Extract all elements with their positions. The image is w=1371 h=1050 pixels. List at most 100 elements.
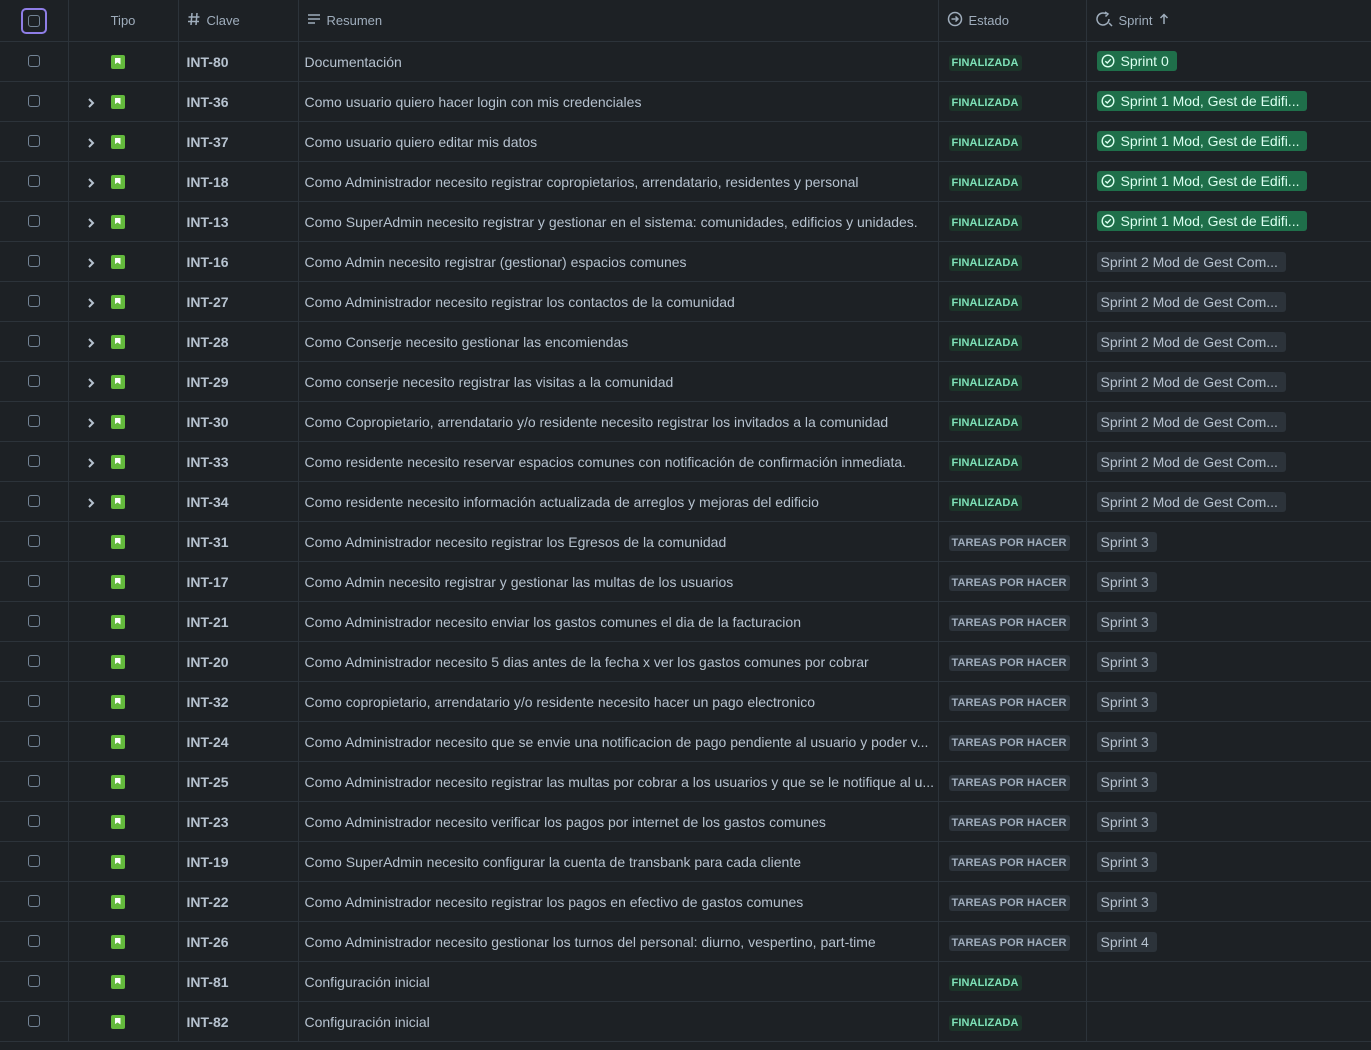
table-row[interactable]: INT-18 Como Administrador necesito regis… xyxy=(0,161,1371,202)
issue-key[interactable]: INT-18 xyxy=(178,161,299,202)
issue-key[interactable]: INT-31 xyxy=(178,521,299,562)
status-badge[interactable]: TAREAS POR HACER xyxy=(948,734,1070,751)
issue-summary[interactable]: Como residente necesito información actu… xyxy=(298,481,939,522)
issue-key[interactable]: INT-32 xyxy=(178,681,299,722)
issue-key[interactable]: INT-24 xyxy=(178,721,299,762)
sort-ascending-icon[interactable] xyxy=(1158,13,1170,28)
column-header-estado[interactable]: Estado xyxy=(938,0,1087,42)
status-badge[interactable]: FINALIZADA xyxy=(948,1014,1022,1031)
issue-key[interactable]: INT-82 xyxy=(178,1001,299,1042)
sprint-chip[interactable]: Sprint 3 xyxy=(1096,531,1157,552)
table-row[interactable]: INT-34 Como residente necesito informaci… xyxy=(0,481,1371,522)
sprint-chip[interactable]: Sprint 2 Mod de Gest Com... xyxy=(1096,371,1286,392)
status-badge[interactable]: FINALIZADA xyxy=(948,94,1022,111)
issue-summary[interactable]: Como usuario quiero editar mis datos xyxy=(298,121,939,162)
issue-summary[interactable]: Como Admin necesito registrar (gestionar… xyxy=(298,241,939,282)
issue-summary[interactable]: Configuración inicial xyxy=(298,1001,939,1042)
sprint-chip[interactable]: Sprint 1 Mod, Gest de Edifi... xyxy=(1096,210,1308,231)
row-checkbox[interactable] xyxy=(27,175,40,188)
status-badge[interactable]: TAREAS POR HACER xyxy=(948,614,1070,631)
sprint-chip[interactable]: Sprint 3 xyxy=(1096,811,1157,832)
issue-summary[interactable]: Como Administrador necesito registrar la… xyxy=(298,761,939,802)
issue-summary[interactable]: Como Administrador necesito enviar los g… xyxy=(298,601,939,642)
sprint-chip[interactable]: Sprint 2 Mod de Gest Com... xyxy=(1096,251,1286,272)
table-row[interactable]: INT-28 Como Conserje necesito gestionar … xyxy=(0,321,1371,362)
sprint-chip[interactable]: Sprint 2 Mod de Gest Com... xyxy=(1096,451,1286,472)
sprint-chip[interactable]: Sprint 2 Mod de Gest Com... xyxy=(1096,331,1286,352)
row-checkbox[interactable] xyxy=(27,375,40,388)
sprint-chip[interactable]: Sprint 1 Mod, Gest de Edifi... xyxy=(1096,130,1308,151)
issue-summary[interactable]: Como usuario quiero hacer login con mis … xyxy=(298,81,939,122)
sprint-chip[interactable]: Sprint 4 xyxy=(1096,931,1157,952)
status-badge[interactable]: TAREAS POR HACER xyxy=(948,534,1070,551)
row-checkbox[interactable] xyxy=(27,495,40,508)
row-checkbox[interactable] xyxy=(27,335,40,348)
status-badge[interactable]: FINALIZADA xyxy=(948,414,1022,431)
issue-key[interactable]: INT-36 xyxy=(178,81,299,122)
row-checkbox[interactable] xyxy=(27,655,40,668)
sprint-chip[interactable]: Sprint 3 xyxy=(1096,651,1157,672)
sprint-chip[interactable]: Sprint 2 Mod de Gest Com... xyxy=(1096,411,1286,432)
table-row[interactable]: INT-36 Como usuario quiero hacer login c… xyxy=(0,81,1371,122)
status-badge[interactable]: TAREAS POR HACER xyxy=(948,574,1070,591)
sprint-chip[interactable]: Sprint 1 Mod, Gest de Edifi... xyxy=(1096,90,1308,111)
status-badge[interactable]: TAREAS POR HACER xyxy=(948,894,1070,911)
issue-summary[interactable]: Como residente necesito reservar espacio… xyxy=(298,441,939,482)
table-row[interactable]: INT-27 Como Administrador necesito regis… xyxy=(0,281,1371,322)
row-checkbox[interactable] xyxy=(27,935,40,948)
row-checkbox[interactable] xyxy=(27,55,40,68)
status-badge[interactable]: TAREAS POR HACER xyxy=(948,694,1070,711)
expand-chevron-icon[interactable] xyxy=(79,134,103,149)
issue-summary[interactable]: Como Admin necesito registrar y gestiona… xyxy=(298,561,939,602)
sprint-chip[interactable]: Sprint 2 Mod de Gest Com... xyxy=(1096,491,1286,512)
issue-key[interactable]: INT-20 xyxy=(178,641,299,682)
issue-summary[interactable]: Configuración inicial xyxy=(298,961,939,1002)
row-checkbox[interactable] xyxy=(27,455,40,468)
table-row[interactable]: INT-82 Configuración inicial FINALIZADA xyxy=(0,1001,1371,1042)
row-checkbox[interactable] xyxy=(27,135,40,148)
table-row[interactable]: INT-22 Como Administrador necesito regis… xyxy=(0,881,1371,922)
status-badge[interactable]: FINALIZADA xyxy=(948,214,1022,231)
issue-key[interactable]: INT-26 xyxy=(178,921,299,962)
row-checkbox[interactable] xyxy=(27,575,40,588)
table-row[interactable]: INT-37 Como usuario quiero editar mis da… xyxy=(0,121,1371,162)
expand-chevron-icon[interactable] xyxy=(79,254,103,269)
row-checkbox[interactable] xyxy=(27,295,40,308)
issue-key[interactable]: INT-23 xyxy=(178,801,299,842)
table-row[interactable]: INT-31 Como Administrador necesito regis… xyxy=(0,521,1371,562)
sprint-chip[interactable]: Sprint 1 Mod, Gest de Edifi... xyxy=(1096,170,1308,191)
sprint-chip[interactable]: Sprint 3 xyxy=(1096,691,1157,712)
status-badge[interactable]: TAREAS POR HACER xyxy=(948,774,1070,791)
status-badge[interactable]: FINALIZADA xyxy=(948,334,1022,351)
issue-summary[interactable]: Como Administrador necesito 5 dias antes… xyxy=(298,641,939,682)
status-badge[interactable]: TAREAS POR HACER xyxy=(948,934,1070,951)
issue-key[interactable]: INT-16 xyxy=(178,241,299,282)
issue-summary[interactable]: Como Administrador necesito registrar lo… xyxy=(298,281,939,322)
expand-chevron-icon[interactable] xyxy=(79,214,103,229)
column-header-clave[interactable]: Clave xyxy=(178,0,299,42)
table-row[interactable]: INT-80 Documentación FINALIZADA Sprint 0 xyxy=(0,41,1371,82)
sprint-chip[interactable]: Sprint 3 xyxy=(1096,891,1157,912)
expand-chevron-icon[interactable] xyxy=(79,374,103,389)
issue-key[interactable]: INT-27 xyxy=(178,281,299,322)
table-row[interactable]: INT-32 Como copropietario, arrendatario … xyxy=(0,681,1371,722)
issue-key[interactable]: INT-13 xyxy=(178,201,299,242)
issue-key[interactable]: INT-25 xyxy=(178,761,299,802)
status-badge[interactable]: FINALIZADA xyxy=(948,494,1022,511)
table-row[interactable]: INT-30 Como Copropietario, arrendatario … xyxy=(0,401,1371,442)
row-checkbox[interactable] xyxy=(27,95,40,108)
issue-key[interactable]: INT-17 xyxy=(178,561,299,602)
status-badge[interactable]: FINALIZADA xyxy=(948,374,1022,391)
status-badge[interactable]: FINALIZADA xyxy=(948,294,1022,311)
row-checkbox[interactable] xyxy=(27,255,40,268)
row-checkbox[interactable] xyxy=(27,1015,40,1028)
status-badge[interactable]: FINALIZADA xyxy=(948,174,1022,191)
issue-key[interactable]: INT-80 xyxy=(178,41,299,82)
issue-summary[interactable]: Como Administrador necesito registrar lo… xyxy=(298,881,939,922)
sprint-chip[interactable]: Sprint 2 Mod de Gest Com... xyxy=(1096,291,1286,312)
sprint-chip[interactable]: Sprint 3 xyxy=(1096,611,1157,632)
table-row[interactable]: INT-13 Como SuperAdmin necesito registra… xyxy=(0,201,1371,242)
expand-chevron-icon[interactable] xyxy=(79,94,103,109)
row-checkbox[interactable] xyxy=(27,615,40,628)
issue-summary[interactable]: Como Copropietario, arrendatario y/o res… xyxy=(298,401,939,442)
